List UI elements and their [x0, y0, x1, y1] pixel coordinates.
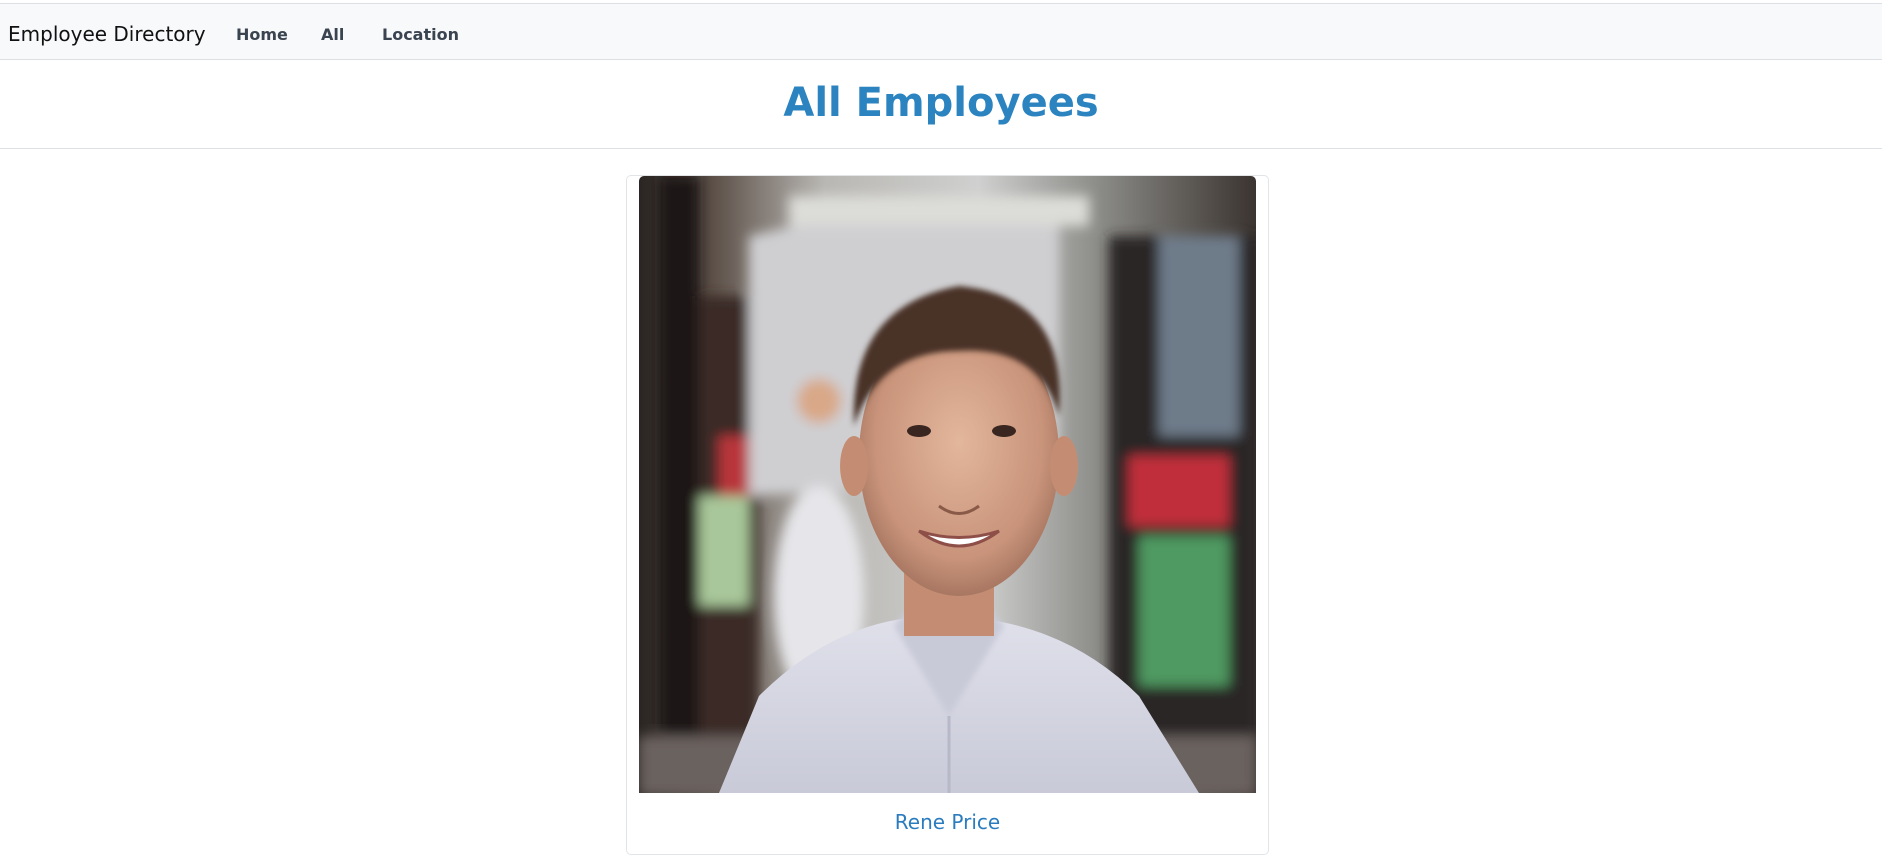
employee-name-link[interactable]: Rene Price — [627, 810, 1268, 834]
page-title: All Employees — [783, 80, 1099, 126]
page-header: All Employees — [0, 60, 1882, 149]
top-navbar: Employee Directory Home All Location — [0, 3, 1882, 60]
nav-link-location[interactable]: Location — [382, 25, 459, 45]
employee-photo[interactable] — [639, 176, 1256, 793]
brand-link[interactable]: Employee Directory — [8, 22, 206, 46]
nav-link-all[interactable]: All — [321, 25, 344, 45]
nav-link-home[interactable]: Home — [236, 25, 288, 45]
employee-card: Rene Price — [626, 175, 1269, 855]
